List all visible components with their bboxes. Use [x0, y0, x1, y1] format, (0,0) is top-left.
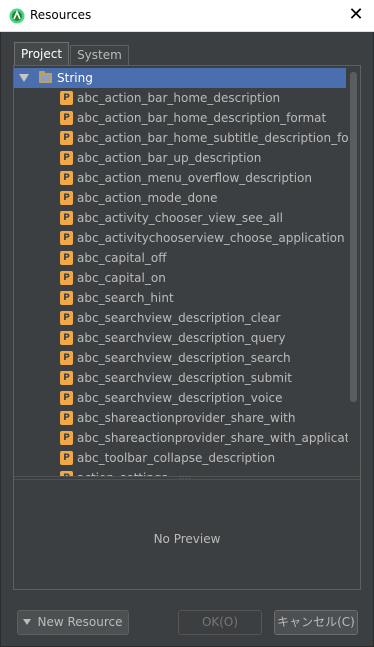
string-resource-icon: P: [60, 231, 73, 245]
string-resource-icon: P: [60, 211, 73, 225]
tree-item[interactable]: Pabc_action_menu_overflow_description: [14, 168, 346, 188]
tab-bar: Project System: [14, 42, 130, 67]
tree-item[interactable]: Pabc_action_bar_home_description_format: [14, 108, 346, 128]
tree-item-label: abc_capital_on: [77, 271, 166, 285]
string-resource-icon: P: [60, 191, 73, 205]
tree-item-label: abc_activity_chooser_view_see_all: [77, 211, 283, 225]
scrollbar-thumb[interactable]: [350, 72, 357, 402]
tree-node-string[interactable]: String: [14, 68, 346, 88]
tree-item-label: abc_searchview_description_voice: [77, 391, 283, 405]
string-resource-icon: P: [60, 451, 73, 465]
new-resource-label: New Resource: [37, 615, 123, 629]
tree-item-label: abc_action_bar_home_subtitle_description…: [77, 131, 360, 145]
string-resource-icon: P: [60, 171, 73, 185]
tree-item[interactable]: Pabc_action_bar_home_description: [14, 88, 346, 108]
tab-system[interactable]: System: [70, 45, 129, 66]
cancel-button[interactable]: キャンセル(C): [274, 610, 358, 635]
string-resource-icon: P: [60, 271, 73, 285]
string-resource-icon: P: [60, 91, 73, 105]
tree-item-label: abc_capital_off: [77, 251, 167, 265]
string-resource-icon: P: [60, 371, 73, 385]
tree-item-label: abc_search_hint: [77, 291, 174, 305]
tree-item[interactable]: Pabc_shareactionprovider_share_with_appl…: [14, 428, 360, 448]
string-resource-icon: P: [60, 251, 73, 265]
string-resource-icon: P: [60, 351, 73, 365]
string-resource-icon: P: [60, 331, 73, 345]
tree-item[interactable]: Pabc_capital_off: [14, 248, 346, 268]
tree-scrollbar[interactable]: [348, 66, 360, 476]
string-resource-icon: P: [60, 131, 73, 145]
expand-arrow-icon[interactable]: [19, 74, 29, 82]
tree-item[interactable]: Pabc_action_bar_up_description: [14, 148, 346, 168]
tree-item-label: abc_shareactionprovider_share_with: [77, 411, 296, 425]
dropdown-arrow-icon: [23, 619, 32, 625]
new-resource-button[interactable]: New Resource: [17, 610, 129, 635]
tree-item-label: abc_activitychooserview_choose_applicati…: [77, 231, 345, 245]
preview-pane: No Preview: [14, 480, 360, 589]
window-title: Resources: [30, 8, 92, 22]
string-resource-icon: P: [60, 431, 73, 445]
tree-item-label: abc_toolbar_collapse_description: [77, 451, 276, 465]
tree-item[interactable]: Pabc_shareactionprovider_share_with: [14, 408, 346, 428]
tree-item[interactable]: Pabc_capital_on: [14, 268, 346, 288]
string-resource-icon: P: [60, 311, 73, 325]
string-resource-icon: P: [60, 411, 73, 425]
tree-item[interactable]: Pabc_action_bar_home_subtitle_descriptio…: [14, 128, 360, 148]
tree-item-label: abc_action_bar_home_description: [77, 91, 281, 105]
no-preview-text: No Preview: [153, 532, 221, 546]
tree-item[interactable]: Pabc_activity_chooser_view_see_all: [14, 208, 346, 228]
ok-button[interactable]: OK(O): [178, 610, 262, 635]
close-icon[interactable]: ✕: [346, 5, 366, 25]
tree-item-label: abc_action_menu_overflow_description: [77, 171, 312, 185]
tree-item-label: abc_searchview_description_submit: [77, 371, 292, 385]
tree-item[interactable]: Pabc_action_mode_done: [14, 188, 346, 208]
tree-item-label: abc_action_mode_done: [77, 191, 218, 205]
tree-item-label: abc_searchview_description_clear: [77, 311, 281, 325]
tree-item[interactable]: Pabc_searchview_description_search: [14, 348, 346, 368]
tree-item-label: abc_searchview_description_query: [77, 331, 286, 345]
tree-item[interactable]: Pabc_search_hint: [14, 288, 346, 308]
tree-item[interactable]: Pabc_searchview_description_clear: [14, 308, 346, 328]
string-resource-icon: P: [60, 291, 73, 305]
string-resource-icon: P: [60, 151, 73, 165]
tree-item-label: abc_searchview_description_search: [77, 351, 291, 365]
title-bar: Resources ✕: [0, 0, 374, 32]
tree-item-label: action_settings: [77, 468, 168, 476]
resource-tree: String Pabc_action_bar_home_description P…: [14, 66, 360, 476]
tree-item-label: abc_action_bar_home_description_format: [77, 111, 327, 125]
tree-item-label: abc_action_bar_up_description: [77, 151, 262, 165]
string-resource-icon: P: [60, 391, 73, 405]
folder-icon: [39, 71, 52, 83]
tree-item-label: abc_shareactionprovider_share_with_appli…: [77, 431, 360, 445]
android-studio-icon: [9, 8, 25, 24]
tree-node-label: String: [57, 71, 93, 85]
tree-item[interactable]: Pabc_searchview_description_submit: [14, 368, 346, 388]
resource-panel: String Pabc_action_bar_home_description P…: [13, 65, 361, 590]
tree-item[interactable]: Pabc_toolbar_collapse_description: [14, 448, 346, 468]
tab-project[interactable]: Project: [14, 42, 70, 67]
string-resource-icon: P: [60, 111, 73, 125]
splitter-grip-icon[interactable]: ::::: [179, 475, 191, 481]
tree-item[interactable]: Pabc_activitychooserview_choose_applicat…: [14, 228, 346, 248]
tree-item[interactable]: Pabc_searchview_description_query: [14, 328, 346, 348]
tree-item[interactable]: Pabc_searchview_description_voice: [14, 388, 346, 408]
